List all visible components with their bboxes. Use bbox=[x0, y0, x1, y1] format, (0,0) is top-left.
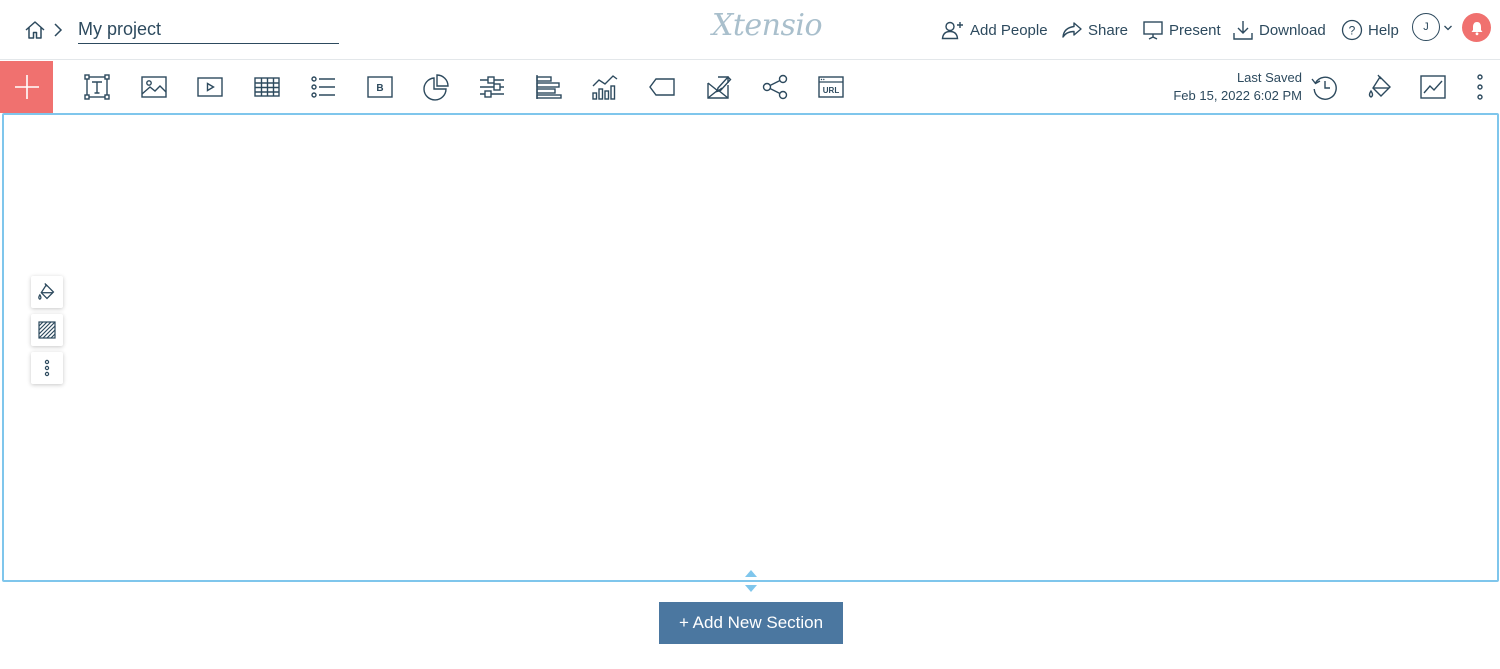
button-tool[interactable]: B bbox=[365, 72, 395, 102]
list-tool[interactable] bbox=[308, 72, 338, 102]
video-tool[interactable] bbox=[195, 72, 225, 102]
home-icon[interactable] bbox=[24, 19, 46, 41]
section-side-tools bbox=[31, 276, 63, 390]
share-button[interactable]: Share bbox=[1061, 17, 1128, 43]
download-icon bbox=[1233, 21, 1253, 40]
column-chart-tool[interactable] bbox=[590, 72, 620, 102]
present-button[interactable]: Present bbox=[1142, 17, 1221, 43]
social-share-tool[interactable] bbox=[760, 72, 790, 102]
section-more-button[interactable] bbox=[31, 352, 63, 384]
help-button[interactable]: ? Help bbox=[1341, 17, 1399, 43]
xtensio-logo: Xtensio bbox=[712, 8, 823, 43]
list-icon bbox=[311, 76, 335, 98]
image-tool[interactable] bbox=[139, 72, 169, 102]
presentation-screen-icon bbox=[1143, 21, 1163, 40]
social-share-icon bbox=[762, 74, 788, 100]
section-resize-handle[interactable] bbox=[742, 568, 760, 596]
svg-text:URL: URL bbox=[823, 86, 840, 95]
add-people-label: Add People bbox=[970, 21, 1048, 39]
tag-icon bbox=[649, 78, 675, 96]
column-chart-icon bbox=[592, 75, 618, 100]
add-block-button[interactable] bbox=[0, 61, 53, 113]
share-label: Share bbox=[1088, 21, 1129, 39]
project-name-input[interactable] bbox=[78, 16, 339, 44]
image-icon bbox=[141, 76, 167, 98]
last-saved-label: Last Saved bbox=[1236, 70, 1302, 85]
help-label: Help bbox=[1368, 21, 1399, 39]
text-box-icon bbox=[84, 74, 110, 100]
last-saved-time: Feb 15, 2022 6:02 PM bbox=[1173, 88, 1302, 103]
last-saved-status: Last Saved Feb 15, 2022 6:02 PM bbox=[1173, 69, 1302, 105]
plus-icon bbox=[14, 75, 39, 99]
url-embed-tool[interactable]: URL bbox=[816, 72, 846, 102]
block-toolbar: B URL Last Saved Feb 15, 2022 6:02 PM bbox=[0, 61, 1500, 113]
slider-icon bbox=[480, 76, 504, 98]
bar-chart-icon bbox=[536, 75, 562, 99]
version-history-button[interactable] bbox=[1310, 72, 1340, 102]
history-icon bbox=[1311, 76, 1337, 100]
svg-text:B: B bbox=[376, 83, 383, 94]
add-new-section-button[interactable]: + Add New Section bbox=[659, 602, 843, 644]
bell-icon bbox=[1471, 21, 1482, 35]
notifications-button[interactable] bbox=[1462, 13, 1491, 42]
more-options-button[interactable] bbox=[1465, 72, 1495, 102]
canvas-section[interactable] bbox=[2, 113, 1499, 582]
section-texture-button[interactable] bbox=[31, 314, 63, 346]
table-icon bbox=[254, 77, 280, 97]
theme-paint-button[interactable] bbox=[1366, 72, 1396, 102]
top-header: Xtensio Add People Share Present Downloa… bbox=[0, 0, 1500, 60]
form-tool[interactable] bbox=[703, 72, 733, 102]
url-embed-icon: URL bbox=[818, 76, 844, 98]
svg-text:?: ? bbox=[1349, 24, 1356, 38]
resize-arrows-icon bbox=[745, 570, 757, 592]
bar-chart-tool[interactable] bbox=[534, 72, 564, 102]
download-button[interactable]: Download bbox=[1232, 17, 1326, 43]
download-label: Download bbox=[1259, 21, 1326, 39]
more-vertical-icon bbox=[44, 359, 50, 377]
text-box-tool[interactable] bbox=[82, 72, 112, 102]
pie-chart-icon bbox=[423, 74, 449, 101]
add-people-button[interactable]: Add People bbox=[941, 17, 1048, 43]
paint-bucket-icon bbox=[1368, 74, 1391, 98]
avatar-initial: J bbox=[1423, 21, 1429, 33]
chevron-down-icon[interactable] bbox=[1443, 19, 1453, 31]
breadcrumb-chevron-icon bbox=[52, 20, 64, 40]
add-person-icon bbox=[941, 21, 963, 40]
video-icon bbox=[197, 77, 223, 97]
pie-chart-tool[interactable] bbox=[421, 72, 451, 102]
analytics-icon bbox=[1420, 75, 1446, 99]
button-icon: B bbox=[367, 76, 393, 98]
tag-tool[interactable] bbox=[647, 72, 677, 102]
form-icon bbox=[707, 75, 732, 99]
present-label: Present bbox=[1169, 21, 1221, 39]
slider-tool[interactable] bbox=[477, 72, 507, 102]
section-paint-button[interactable] bbox=[31, 276, 63, 308]
share-arrow-icon bbox=[1062, 22, 1082, 38]
more-vertical-icon bbox=[1477, 74, 1483, 100]
table-tool[interactable] bbox=[252, 72, 282, 102]
paint-bucket-icon bbox=[38, 283, 55, 300]
texture-icon bbox=[38, 321, 56, 339]
help-question-icon: ? bbox=[1341, 19, 1363, 41]
user-avatar[interactable]: J bbox=[1412, 13, 1440, 41]
analytics-button[interactable] bbox=[1418, 72, 1448, 102]
